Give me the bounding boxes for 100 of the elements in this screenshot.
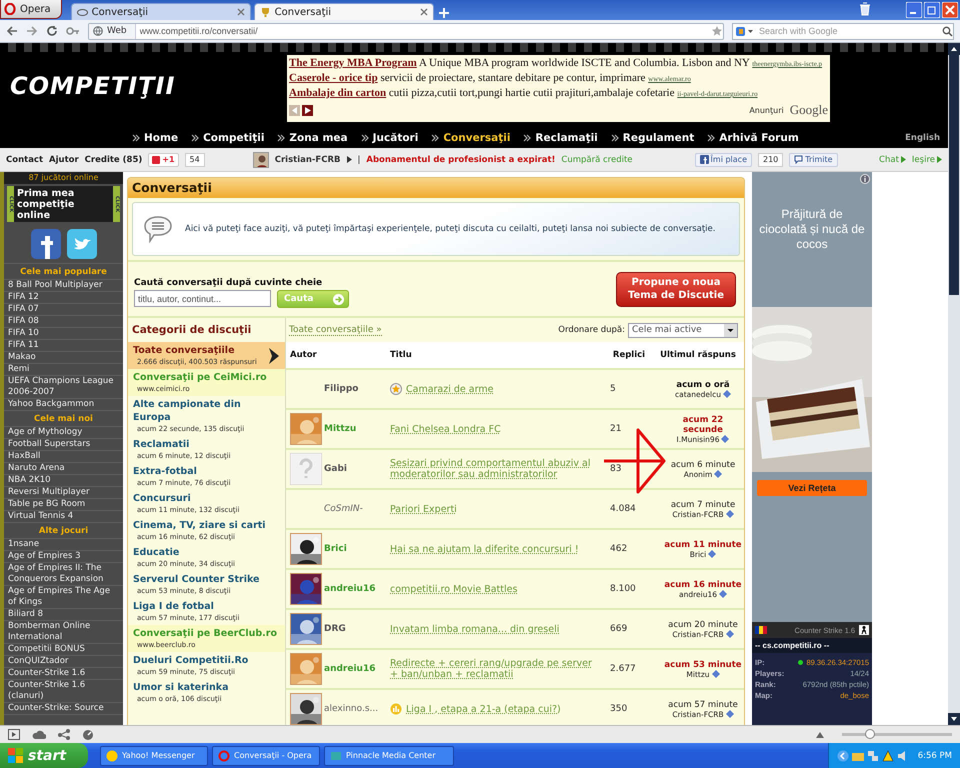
- sort-select[interactable]: Cele mai active: [628, 322, 738, 338]
- game-link[interactable]: UEFA Champions League 2006-2007: [4, 376, 123, 399]
- right-arrow-icon: [304, 106, 310, 114]
- browser-tab[interactable]: Conversaţii: [254, 3, 434, 20]
- opera-menu-button[interactable]: Opera: [0, 0, 62, 19]
- nav-link[interactable]: Reclamaţii: [523, 132, 598, 144]
- nav-link[interactable]: Home: [132, 132, 178, 144]
- zoom-icon[interactable]: [816, 732, 824, 738]
- like-button[interactable]: Îmi place: [694, 152, 752, 166]
- speedometer-icon[interactable]: [82, 729, 94, 740]
- game-link[interactable]: HaxBall: [4, 451, 123, 463]
- slider-thumb[interactable]: [864, 729, 874, 739]
- game-link[interactable]: Age of Mythology: [4, 427, 123, 439]
- ad-link[interactable]: The Energy MBA Program: [289, 57, 417, 69]
- game-link[interactable]: FIFA 11: [4, 340, 123, 352]
- taskbar-button[interactable]: Yahoo! Messenger: [100, 746, 208, 766]
- reply-count: 669: [609, 624, 628, 634]
- cloud-icon[interactable]: [32, 730, 46, 740]
- ad-link[interactable]: Caserole - orice tip: [289, 72, 378, 84]
- nav-link[interactable]: Jucători: [360, 132, 418, 144]
- author-link[interactable]: alexinno.s...: [324, 704, 390, 714]
- game-link[interactable]: FIFA 12: [4, 292, 123, 304]
- next-ad-button[interactable]: [302, 104, 313, 116]
- game-link[interactable]: 1nsane: [4, 539, 123, 551]
- site-info-button[interactable]: Web: [89, 24, 136, 38]
- game-link[interactable]: Bomberman Online International: [4, 621, 123, 644]
- taskbar-button[interactable]: Conversaţii - Opera: [212, 746, 320, 766]
- search-icon[interactable]: [942, 26, 953, 36]
- trash-icon[interactable]: [858, 2, 872, 16]
- nav-link[interactable]: Arhivă Forum: [707, 132, 799, 144]
- plus-one-button[interactable]: +1: [148, 152, 179, 166]
- author-link[interactable]: DRG: [324, 624, 390, 634]
- chevron-icon: [360, 134, 369, 142]
- game-link[interactable]: Remi: [4, 364, 123, 376]
- user-link[interactable]: Cristian-FCRB: [274, 154, 340, 164]
- author-link[interactable]: Gabi: [324, 464, 390, 474]
- game-link[interactable]: Counter-Strike: Source: [4, 703, 123, 715]
- new-tab-icon[interactable]: [436, 6, 451, 20]
- game-link[interactable]: Biliard 8: [4, 609, 123, 621]
- game-link[interactable]: ConQUIZtador: [4, 656, 123, 668]
- game-link[interactable]: 8 Ball Pool Multiplayer: [4, 280, 123, 292]
- keyword-field[interactable]: titlu, autor, continut...: [134, 290, 271, 307]
- top-link[interactable]: Ajutor: [49, 154, 79, 164]
- forward-icon[interactable]: [26, 25, 38, 37]
- nav-link[interactable]: Conversaţii: [431, 132, 510, 144]
- close-icon[interactable]: [236, 8, 245, 16]
- game-link[interactable]: Yahoo Backgammon: [4, 399, 123, 411]
- scroll-up-icon[interactable]: [948, 43, 960, 55]
- facebook-icon[interactable]: [30, 228, 60, 258]
- send-button[interactable]: Trimite: [789, 152, 838, 166]
- game-link[interactable]: Makao: [4, 352, 123, 364]
- game-link[interactable]: FIFA 07: [4, 304, 123, 316]
- game-link[interactable]: Reversi Multiplayer: [4, 487, 123, 499]
- nav-link[interactable]: Competiţii: [191, 132, 264, 144]
- restore-icon[interactable]: [924, 2, 940, 18]
- search-box[interactable]: Search with Google: [732, 22, 954, 40]
- game-link[interactable]: Age of Empires The Age of Kings: [4, 586, 123, 609]
- browser-tab[interactable]: Conversaţii: [70, 3, 251, 20]
- sort-label: Ordonare după:: [558, 325, 625, 335]
- ad-link[interactable]: Ambalaje din carton: [289, 87, 386, 99]
- scroll-down-icon[interactable]: [948, 713, 960, 725]
- ads-brand[interactable]: Google: [790, 102, 828, 118]
- address-field[interactable]: www.competitii.ro/conversatii/: [136, 26, 711, 36]
- panel-icon[interactable]: [8, 729, 20, 740]
- top-link[interactable]: Credite (85): [84, 154, 142, 164]
- game-link[interactable]: Competitii BONUS: [4, 644, 123, 656]
- reload-icon[interactable]: [46, 25, 58, 37]
- author-link[interactable]: CoSmIN-: [324, 504, 390, 514]
- top-link[interactable]: Contact: [6, 154, 44, 164]
- game-link[interactable]: NBA 2K10: [4, 475, 123, 487]
- site-logo[interactable]: COMPETIŢII: [0, 55, 287, 128]
- key-icon[interactable]: [66, 25, 80, 37]
- nav-link[interactable]: Regulament: [610, 132, 694, 144]
- propose-topic-button[interactable]: Propune o noua Tema de Discutie: [616, 272, 736, 306]
- language-link[interactable]: English: [905, 133, 940, 143]
- author-link[interactable]: Filippo: [324, 384, 390, 394]
- game-link[interactable]: FIFA 10: [4, 328, 123, 340]
- recipe-button[interactable]: Vezi Rețeta: [757, 480, 867, 496]
- game-link[interactable]: Age of Empires 3: [4, 551, 123, 563]
- taskbar-button[interactable]: Pinnacle Media Center: [324, 746, 454, 766]
- back-icon[interactable]: [6, 25, 18, 37]
- share-icon[interactable]: [58, 729, 70, 740]
- game-link[interactable]: Counter-Strike 1.6 (clanuri): [4, 680, 123, 703]
- minimize-icon[interactable]: [906, 2, 922, 18]
- all-conversations-link[interactable]: Toate conversaţiile »: [289, 324, 382, 336]
- address-bar-field[interactable]: Web www.competitii.ro/conversatii/: [88, 22, 724, 40]
- game-link[interactable]: Football Superstars: [4, 439, 123, 451]
- scrollbar-thumb[interactable]: [949, 55, 959, 295]
- search-field[interactable]: Search with Google: [757, 25, 939, 37]
- column-header: Replici: [612, 350, 646, 360]
- bird-icon[interactable]: [66, 228, 96, 258]
- game-link[interactable]: Age of Empires II: The Conquerors Expansion: [4, 563, 123, 586]
- game-link[interactable]: Naruto Arena: [4, 463, 123, 475]
- game-link[interactable]: Counter-Strike 1.6: [4, 668, 123, 680]
- game-link[interactable]: Virtual Tennis 4: [4, 511, 123, 523]
- game-link[interactable]: Table pe BG Room: [4, 499, 123, 511]
- game-link[interactable]: FIFA 08: [4, 316, 123, 328]
- close-icon[interactable]: [420, 8, 428, 16]
- nav-link[interactable]: Zona mea: [277, 132, 348, 144]
- star-icon[interactable]: [711, 25, 723, 37]
